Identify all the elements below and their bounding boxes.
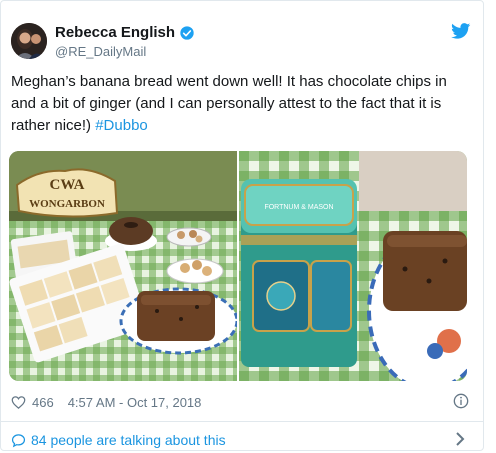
like-count[interactable]: 466 bbox=[32, 395, 54, 410]
author-name-row[interactable]: Rebecca English bbox=[55, 24, 195, 41]
cwa-sign: CWA WONGARBON bbox=[15, 168, 119, 218]
tweet-body: Meghan’s banana bread went down well! It… bbox=[11, 73, 447, 134]
avatar[interactable] bbox=[11, 23, 47, 59]
twitter-bird-icon[interactable] bbox=[451, 23, 471, 39]
tweet-timestamp[interactable]: 4:57 AM - Oct 17, 2018 bbox=[68, 395, 202, 410]
verified-badge-icon bbox=[180, 25, 194, 40]
chevron-right-icon[interactable] bbox=[455, 432, 465, 446]
speech-bubble-icon bbox=[11, 433, 26, 447]
sign-line-2: WONGARBON bbox=[29, 198, 105, 210]
photo-cakes-table[interactable]: CWA WONGARBON bbox=[9, 151, 237, 381]
tweet-media: CWA WONGARBON FORTNUM & MASON bbox=[9, 151, 467, 381]
tweet-header: Rebecca English @RE_DailyMail bbox=[11, 23, 471, 63]
tweet-meta: 466 4:57 AM - Oct 17, 2018 bbox=[11, 393, 473, 411]
sign-line-1: CWA bbox=[49, 177, 84, 193]
tin-brand-label: FORTNUM & MASON bbox=[264, 204, 333, 211]
conversation-link[interactable]: 84 people are talking about this bbox=[11, 431, 473, 449]
hashtag-link[interactable]: #Dubbo bbox=[95, 117, 148, 134]
heart-icon[interactable] bbox=[11, 395, 26, 410]
info-icon[interactable] bbox=[453, 393, 469, 409]
author-handle[interactable]: @RE_DailyMail bbox=[55, 44, 146, 59]
tweet-card[interactable]: Rebecca English @RE_DailyMail Meghan’s b… bbox=[0, 0, 484, 451]
talking-count-text[interactable]: 84 people are talking about this bbox=[31, 432, 226, 448]
divider bbox=[1, 421, 483, 422]
tweet-text: Meghan’s banana bread went down well! It… bbox=[11, 71, 473, 137]
author-display-name[interactable]: Rebecca English bbox=[55, 24, 175, 41]
photo-tin-bread[interactable]: FORTNUM & MASON bbox=[239, 151, 467, 381]
